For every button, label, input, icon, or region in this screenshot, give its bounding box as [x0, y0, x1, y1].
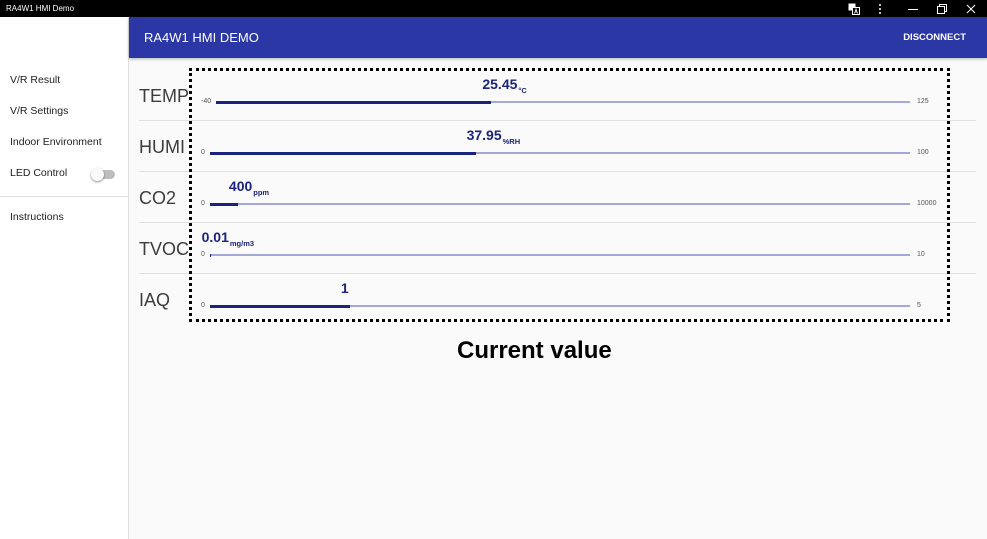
- sidebar-item-led-control: LED Control: [0, 158, 128, 189]
- current-value: 1: [340, 280, 349, 296]
- sidebar: V/R Result V/R Settings Indoor Environme…: [0, 17, 129, 539]
- sidebar-item-label: Indoor Environment: [10, 136, 102, 148]
- toggle-thumb: [91, 167, 104, 181]
- sidebar-nav: V/R Result V/R Settings Indoor Environme…: [0, 65, 128, 233]
- range-min-label: 0: [201, 302, 205, 309]
- annotation-caption: Current value: [457, 337, 612, 364]
- slider-fill: [209, 253, 211, 257]
- window-title: RA4W1 HMI Demo: [6, 4, 75, 13]
- sidebar-item-vr-result[interactable]: V/R Result: [0, 65, 128, 96]
- current-value-label: 1: [341, 280, 350, 296]
- unit-label: %RH: [502, 137, 521, 146]
- sidebar-item-label: V/R Result: [10, 74, 61, 86]
- slider-track: 1: [209, 280, 910, 308]
- range-max-label: 10000: [917, 200, 937, 207]
- sensor-row-co2: CO2 0 400ppm 10000: [139, 172, 976, 223]
- sidebar-item-label: LED Control: [10, 167, 68, 179]
- sensor-row-temp: TEMP -40 25.45°C 125: [139, 70, 976, 121]
- slider-track: 25.45°C: [216, 76, 910, 104]
- iaq-slider: 0 1: [201, 280, 910, 310]
- tvoc-slider: 0 0.01mg/m3: [201, 229, 910, 259]
- sidebar-item-instructions[interactable]: Instructions: [0, 202, 128, 233]
- sensor-row-tvoc: TVOC 0 0.01mg/m3 10: [139, 223, 976, 274]
- translate-icon[interactable]: [848, 2, 860, 15]
- unit-label: °C: [518, 86, 527, 95]
- led-control-toggle[interactable]: [91, 167, 117, 181]
- current-value: 25.45: [482, 76, 518, 92]
- sensor-list: TEMP -40 25.45°C 125 HUMI 0 37.95%RH 100…: [139, 70, 976, 325]
- unit-label: ppm: [253, 188, 270, 197]
- co2-slider: 0 400ppm: [201, 178, 910, 208]
- current-value: 37.95: [466, 127, 502, 143]
- sidebar-item-vr-settings[interactable]: V/R Settings: [0, 96, 128, 127]
- slider-fill: [209, 151, 476, 155]
- range-max-label: 10: [917, 251, 925, 258]
- slider-track: 0.01mg/m3: [202, 229, 910, 257]
- sensor-label: CO2: [139, 188, 177, 208]
- slider-fill: [209, 202, 238, 206]
- current-value-label: 25.45°C: [482, 76, 527, 95]
- slider-fill: [216, 100, 492, 104]
- sensor-row-humi: HUMI 0 37.95%RH 100: [139, 121, 976, 172]
- current-value: 0.01: [201, 229, 229, 245]
- sensor-label: TVOC: [139, 239, 189, 259]
- sidebar-item-label: Instructions: [10, 211, 64, 223]
- range-max-label: 100: [917, 149, 929, 156]
- disconnect-button[interactable]: DISCONNECT: [903, 17, 966, 58]
- unit-label: mg/m3: [229, 239, 255, 248]
- more-options-icon[interactable]: [874, 2, 886, 15]
- slider-fill: [209, 304, 350, 308]
- sidebar-item-indoor-environment[interactable]: Indoor Environment: [0, 127, 128, 158]
- restore-icon[interactable]: [936, 2, 948, 15]
- slider-track: 400ppm: [209, 178, 910, 206]
- sensor-label: TEMP: [139, 86, 189, 106]
- app-title: RA4W1 HMI DEMO: [144, 30, 259, 45]
- minimize-icon[interactable]: [907, 2, 919, 15]
- humi-slider: 0 37.95%RH: [201, 127, 910, 157]
- close-icon[interactable]: [965, 2, 977, 15]
- app-bar: RA4W1 HMI DEMO DISCONNECT: [129, 17, 987, 58]
- sidebar-divider: [0, 196, 128, 197]
- current-value-label: 37.95%RH: [466, 127, 521, 146]
- slider-track: 37.95%RH: [209, 127, 910, 155]
- current-value-label: 400ppm: [228, 178, 270, 197]
- range-min-label: 0: [201, 251, 205, 258]
- sidebar-item-label: V/R Settings: [10, 105, 69, 117]
- sensor-row-iaq: IAQ 0 1 5: [139, 274, 976, 325]
- sensor-label: HUMI: [139, 137, 185, 157]
- range-min-label: 0: [201, 149, 205, 156]
- range-max-label: 125: [917, 98, 929, 105]
- current-value-label: 0.01mg/m3: [201, 229, 255, 248]
- range-max-label: 5: [917, 302, 921, 309]
- window-title-bar: RA4W1 HMI Demo: [0, 0, 987, 17]
- range-min-label: 0: [201, 200, 205, 207]
- sensor-label: IAQ: [139, 290, 171, 310]
- range-min-label: -40: [201, 98, 212, 105]
- current-value: 400: [228, 178, 253, 194]
- temp-slider: -40 25.45°C: [201, 76, 910, 106]
